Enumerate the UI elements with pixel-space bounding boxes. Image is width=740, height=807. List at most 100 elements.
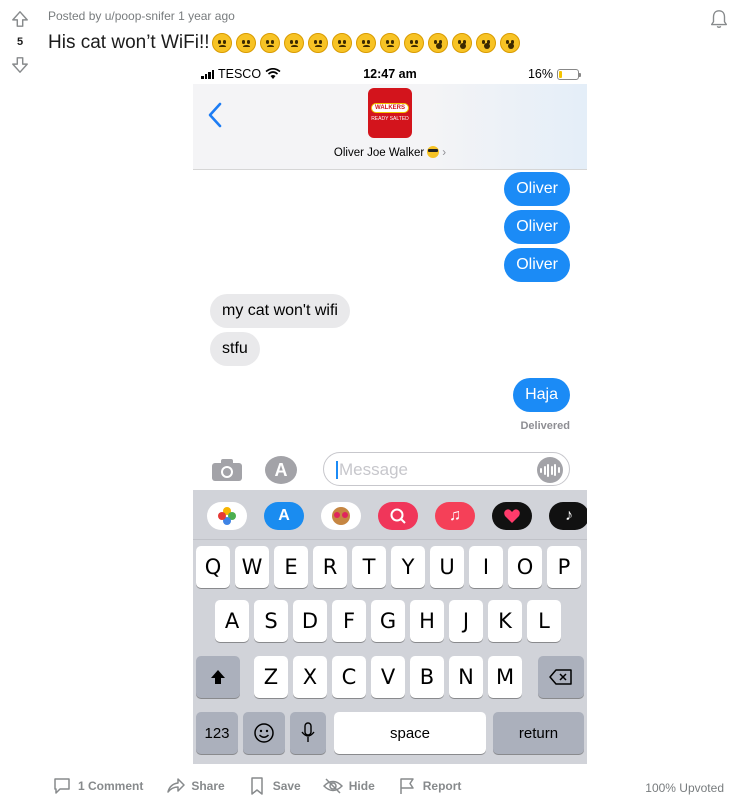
key-y[interactable]: Y (391, 546, 425, 588)
hushed-emoji-icon (451, 33, 472, 53)
emoji-key-icon[interactable] (243, 712, 285, 754)
key-t[interactable]: T (352, 546, 386, 588)
vote-column: 5 (8, 8, 32, 76)
post-title[interactable]: His cat won’t WiFi!! (48, 32, 210, 54)
downvote-icon[interactable] (9, 54, 31, 76)
key-m[interactable]: M (488, 656, 522, 698)
share-icon (167, 778, 186, 793)
contact-avatar[interactable]: WALKERS READY SALTED (368, 88, 412, 138)
bookmark-icon (250, 777, 263, 795)
key-a[interactable]: A (215, 600, 249, 642)
key-d[interactable]: D (293, 600, 327, 642)
tiktok-icon[interactable]: ♪ (549, 502, 587, 530)
key-j[interactable]: J (449, 600, 483, 642)
yawning-emoji-icon (403, 33, 424, 53)
key-l[interactable]: L (527, 600, 561, 642)
contact-name: Oliver Joe Walker (333, 147, 425, 159)
tired-emoji-icon (307, 33, 328, 53)
report-button[interactable]: Report (397, 776, 462, 796)
key-s[interactable]: S (254, 600, 288, 642)
tired-emoji-icon (259, 33, 280, 53)
chevron-right-icon: › (442, 147, 447, 159)
key-z[interactable]: Z (254, 656, 288, 698)
message-bubble-received: my cat won't wifi (210, 294, 350, 328)
keyboard: A ♫ ♪ Q W E R T Y U I O P A S D F G H J … (193, 490, 587, 764)
backspace-key[interactable] (538, 656, 584, 698)
eye-slash-icon (322, 778, 343, 794)
key-o[interactable]: O (508, 546, 542, 588)
message-input-bar: A Message (193, 450, 587, 490)
save-button[interactable]: Save (247, 776, 301, 796)
post-title-row[interactable]: His cat won’t WiFi!! (48, 32, 524, 54)
battery-icon (557, 68, 581, 80)
post-image-screenshot[interactable]: TESCO 12:47 am 16% WALKERS READY SALTED … (193, 64, 587, 764)
hushed-emoji-icon (475, 33, 496, 53)
text-caret (336, 461, 338, 479)
key-k[interactable]: K (488, 600, 522, 642)
avatar-subtext: READY SALTED (371, 116, 409, 123)
upvote-ratio: 100% Upvoted (645, 781, 724, 795)
confounded-emoji-icon (379, 33, 400, 53)
message-bubble-sent: Oliver (504, 248, 570, 282)
key-p[interactable]: P (547, 546, 581, 588)
report-label: Report (422, 779, 462, 793)
return-key[interactable]: return (493, 712, 584, 754)
comment-icon (54, 778, 70, 794)
message-bubble-sent: Oliver (504, 210, 570, 244)
contact-name-row[interactable]: Oliver Joe Walker › (193, 146, 587, 159)
key-r[interactable]: R (313, 546, 347, 588)
message-input[interactable]: Message (323, 452, 570, 486)
status-bar: TESCO 12:47 am 16% (193, 64, 587, 84)
notification-bell-icon[interactable] (708, 8, 730, 30)
photos-icon[interactable] (207, 502, 247, 530)
slightly-frowning-emoji-icon (211, 33, 232, 53)
key-q[interactable]: Q (196, 546, 230, 588)
message-placeholder: Message (339, 460, 408, 479)
imessage-apps-row: A ♫ ♪ (193, 490, 587, 540)
space-key[interactable]: space (334, 712, 486, 754)
message-bubble-received: stfu (210, 332, 260, 366)
key-h[interactable]: H (410, 600, 444, 642)
search-images-icon[interactable] (378, 502, 418, 530)
key-w[interactable]: W (235, 546, 269, 588)
audio-message-icon[interactable] (537, 457, 563, 483)
microphone-icon[interactable] (290, 712, 326, 754)
flag-icon (400, 778, 414, 794)
open-mouth-emoji-icon (427, 33, 448, 53)
camera-icon[interactable] (211, 458, 243, 482)
key-v[interactable]: V (371, 656, 405, 698)
save-label: Save (272, 779, 301, 793)
vote-count: 5 (16, 36, 24, 48)
key-g[interactable]: G (371, 600, 405, 642)
numbers-key[interactable]: 123 (196, 712, 238, 754)
key-n[interactable]: N (449, 656, 483, 698)
tired-emoji-icon (283, 33, 304, 53)
hide-label: Hide (348, 779, 375, 793)
key-i[interactable]: I (469, 546, 503, 588)
key-c[interactable]: C (332, 656, 366, 698)
hide-button[interactable]: Hide (322, 776, 375, 796)
memoji-icon[interactable] (321, 502, 361, 530)
battery-percent: 16% (527, 67, 553, 81)
confounded-emoji-icon (355, 33, 376, 53)
app-store-icon[interactable]: A (264, 502, 304, 530)
key-e[interactable]: E (274, 546, 308, 588)
sunglasses-emoji-icon (427, 146, 440, 158)
key-u[interactable]: U (430, 546, 464, 588)
comments-button[interactable]: 1 Comment (52, 776, 143, 796)
share-button[interactable]: Share (165, 776, 225, 796)
message-bubble-sent: Oliver (504, 172, 570, 206)
avatar-logo: WALKERS (371, 103, 409, 114)
key-f[interactable]: F (332, 600, 366, 642)
key-b[interactable]: B (410, 656, 444, 698)
music-icon[interactable]: ♫ (435, 502, 475, 530)
heart-icon[interactable] (492, 502, 532, 530)
key-x[interactable]: X (293, 656, 327, 698)
shift-key[interactable] (196, 656, 240, 698)
app-store-icon[interactable]: A (265, 456, 297, 484)
hushed-emoji-icon (499, 33, 520, 53)
post-actions: 1 Comment Share Save Hide Report (52, 776, 461, 796)
post-meta: Posted by u/poop-snifer 1 year ago (48, 9, 235, 23)
back-chevron-icon[interactable] (207, 102, 227, 130)
upvote-icon[interactable] (9, 8, 31, 30)
